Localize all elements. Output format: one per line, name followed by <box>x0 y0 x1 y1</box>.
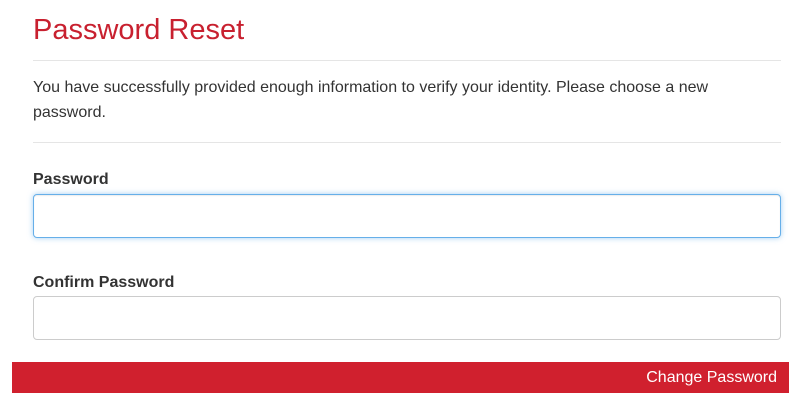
confirm-password-input[interactable] <box>33 296 781 340</box>
password-label: Password <box>33 171 109 188</box>
password-input[interactable] <box>33 194 781 238</box>
intro-text: You have successfully provided enough in… <box>33 79 709 121</box>
title-divider <box>33 60 781 61</box>
page-title: Password Reset <box>33 14 245 46</box>
intro-divider <box>33 142 781 143</box>
change-password-button[interactable]: Change Password <box>12 362 789 393</box>
confirm-password-label: Confirm Password <box>33 274 175 291</box>
